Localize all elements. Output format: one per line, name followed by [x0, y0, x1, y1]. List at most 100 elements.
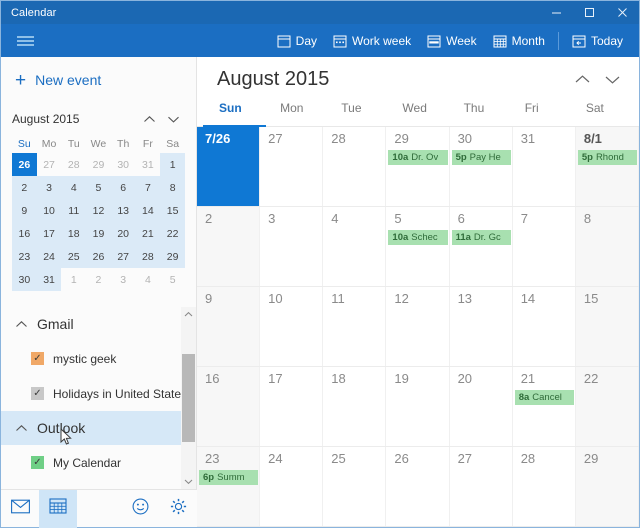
day-cell[interactable]: 24 — [260, 447, 324, 526]
account-group-outlook[interactable]: Outlook — [1, 411, 196, 445]
day-cell[interactable]: 22 — [575, 367, 639, 446]
day-cell[interactable]: 23 6p Summ — [197, 447, 261, 526]
mini-calendar-day[interactable]: 14 — [135, 199, 161, 222]
mini-calendar-day[interactable]: 29 — [86, 153, 111, 176]
day-cell[interactable]: 13 — [449, 287, 513, 366]
mini-calendar-day[interactable]: 23 — [12, 245, 37, 268]
day-cell[interactable]: 26 — [386, 447, 450, 526]
view-button-work-week[interactable]: Work week — [325, 24, 419, 57]
mini-calendar-day[interactable]: 13 — [110, 199, 136, 222]
mini-calendar-day[interactable]: 7 — [135, 176, 161, 199]
previous-month-button[interactable] — [567, 64, 597, 94]
mini-calendar-day[interactable]: 26 — [12, 153, 37, 176]
mini-calendar-day[interactable]: 12 — [86, 199, 111, 222]
minimize-button[interactable] — [540, 1, 573, 24]
mini-calendar-day[interactable]: 31 — [136, 153, 161, 176]
day-cell[interactable]: 28 — [512, 447, 576, 526]
mini-calendar-day[interactable]: 3 — [111, 268, 136, 291]
mini-calendar-day[interactable]: 22 — [160, 222, 185, 245]
checkbox-checked-icon[interactable]: ✓ — [31, 387, 44, 400]
day-cell[interactable]: 29 10a Dr. Ov — [386, 127, 450, 206]
menu-button[interactable] — [1, 24, 49, 57]
event-chip[interactable]: 10a Dr. Ov — [388, 150, 448, 165]
mini-calendar-day[interactable]: 2 — [12, 176, 37, 199]
day-cell[interactable]: 10 — [260, 287, 324, 366]
scroll-up-icon[interactable] — [181, 307, 196, 322]
view-button-month[interactable]: Month — [485, 24, 553, 57]
mini-calendar-day[interactable]: 25 — [61, 245, 87, 268]
mini-calendar-day[interactable]: 1 — [61, 268, 86, 291]
day-cell[interactable]: 2 — [197, 207, 261, 286]
day-cell[interactable]: 18 — [323, 367, 387, 446]
mini-calendar-day[interactable]: 28 — [135, 245, 161, 268]
mini-calendar-day[interactable]: 3 — [36, 176, 62, 199]
mini-calendar-day[interactable]: 16 — [12, 222, 37, 245]
day-cell[interactable]: 4 — [323, 207, 387, 286]
mini-calendar-day[interactable]: 26 — [86, 245, 111, 268]
mini-calendar-day[interactable]: 2 — [86, 268, 111, 291]
mini-calendar-day[interactable]: 19 — [86, 222, 111, 245]
scrollbar-track[interactable] — [181, 322, 196, 474]
day-cell[interactable]: 7 — [512, 207, 576, 286]
sidebar-scrollbar[interactable] — [181, 307, 196, 489]
day-cell[interactable]: 6 11a Dr. Gc — [449, 207, 513, 286]
day-cell[interactable]: 20 — [449, 367, 513, 446]
mini-calendar-day[interactable]: 21 — [135, 222, 161, 245]
today-button[interactable]: Today — [564, 24, 631, 57]
event-chip[interactable]: 11a Dr. Gc — [451, 230, 511, 245]
event-chip[interactable]: 5p Pay He — [451, 150, 511, 165]
calendar-item-holidays[interactable]: ✓ Holidays in United States — [1, 376, 196, 411]
mini-calendar-day[interactable]: 4 — [136, 268, 161, 291]
day-cell[interactable]: 31 — [512, 127, 576, 206]
mini-calendar-day[interactable]: 6 — [110, 176, 136, 199]
feedback-button[interactable] — [121, 490, 159, 528]
day-cell[interactable]: 29 — [575, 447, 639, 526]
mini-calendar-day[interactable]: 8 — [160, 176, 185, 199]
day-cell[interactable]: 21 8a Cancel — [512, 367, 576, 446]
day-cell[interactable]: 5 10a Schec — [386, 207, 450, 286]
nav-mail-button[interactable] — [1, 490, 39, 528]
mini-calendar-day[interactable]: 30 — [111, 153, 136, 176]
view-button-day[interactable]: Day — [269, 24, 325, 57]
event-chip[interactable]: 8a Cancel — [514, 390, 574, 405]
day-cell[interactable]: 16 — [197, 367, 261, 446]
mini-calendar-day[interactable]: 27 — [37, 153, 62, 176]
day-cell[interactable]: 8 — [575, 207, 639, 286]
mini-calendar-day[interactable]: 24 — [36, 245, 62, 268]
calendar-item-mystic-geek[interactable]: ✓ mystic geek — [1, 341, 196, 376]
maximize-button[interactable] — [573, 1, 606, 24]
new-event-button[interactable]: + New event — [1, 57, 196, 103]
day-cell[interactable]: 27 — [449, 447, 513, 526]
day-cell[interactable]: 28 — [323, 127, 387, 206]
mini-calendar-day[interactable]: 15 — [160, 199, 185, 222]
account-group-gmail[interactable]: Gmail — [1, 307, 196, 341]
view-button-week[interactable]: Week — [419, 24, 484, 57]
calendar-item-my-calendar[interactable]: ✓ My Calendar — [1, 445, 196, 480]
mini-calendar-day[interactable]: 17 — [36, 222, 62, 245]
mini-calendar-day[interactable]: 10 — [36, 199, 62, 222]
day-cell[interactable]: 3 — [260, 207, 324, 286]
mini-calendar-day[interactable]: 4 — [61, 176, 87, 199]
mini-calendar-day[interactable]: 31 — [36, 268, 62, 291]
settings-button[interactable] — [159, 490, 197, 528]
checkbox-checked-icon[interactable]: ✓ — [31, 456, 44, 469]
day-cell[interactable]: 17 — [260, 367, 324, 446]
day-cell[interactable]: 12 — [386, 287, 450, 366]
mini-calendar-day[interactable]: 28 — [61, 153, 86, 176]
checkbox-checked-icon[interactable]: ✓ — [31, 352, 44, 365]
day-cell[interactable]: 27 — [260, 127, 324, 206]
day-cell[interactable]: 30 5p Pay He — [449, 127, 513, 206]
mini-calendar-day[interactable]: 27 — [110, 245, 136, 268]
mini-calendar-day[interactable]: 29 — [160, 245, 185, 268]
nav-calendar-button[interactable] — [39, 489, 77, 528]
scrollbar-thumb[interactable] — [182, 354, 195, 442]
scroll-down-icon[interactable] — [181, 474, 196, 489]
mini-calendar-day[interactable]: 20 — [110, 222, 136, 245]
day-cell[interactable]: 8/1 5p Rhond — [575, 127, 639, 206]
day-cell[interactable]: 15 — [575, 287, 639, 366]
mini-calendar-day[interactable]: 1 — [160, 153, 185, 176]
mini-calendar-next-button[interactable] — [161, 109, 185, 129]
event-chip[interactable]: 5p Rhond — [577, 150, 637, 165]
mini-calendar-day[interactable]: 5 — [160, 268, 185, 291]
next-month-button[interactable] — [597, 64, 627, 94]
